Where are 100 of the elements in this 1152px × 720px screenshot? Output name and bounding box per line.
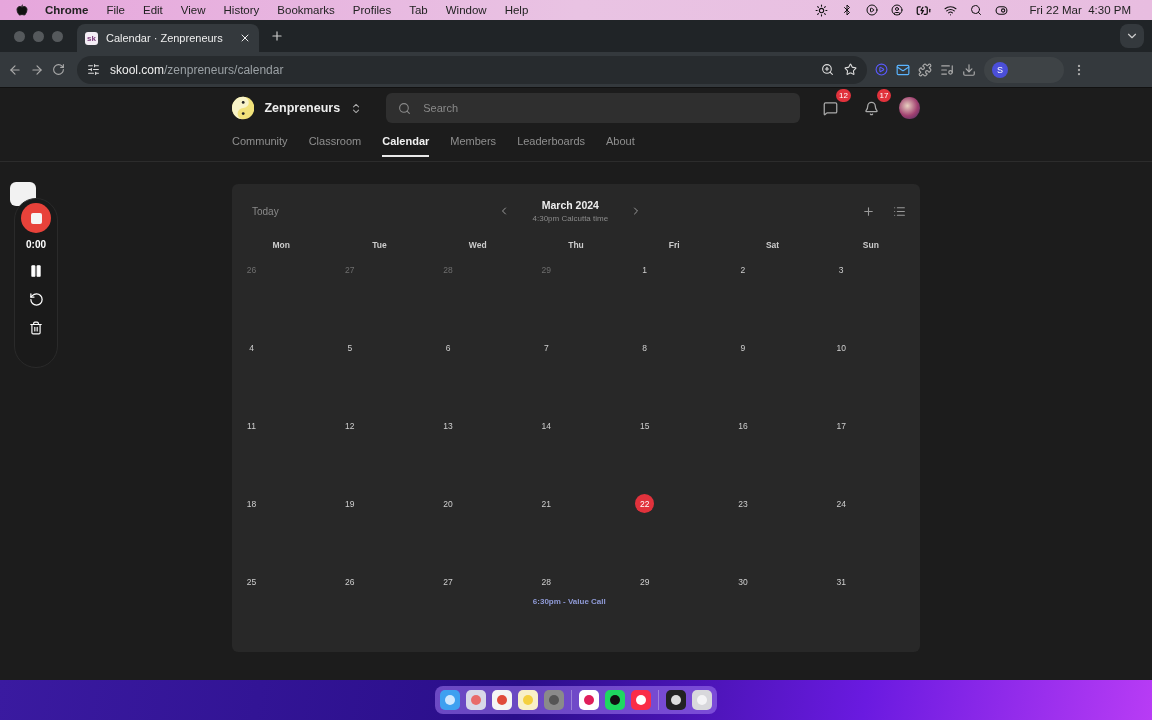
- day-number: 28: [540, 575, 553, 589]
- menu-item[interactable]: Help: [495, 4, 538, 16]
- weekday-label: Wed: [467, 239, 488, 252]
- event-link[interactable]: 6:30pm - Value Call: [532, 597, 606, 606]
- menu-item[interactable]: Tab: [400, 4, 437, 16]
- day-number: 9: [739, 341, 747, 355]
- nav-tab[interactable]: Calendar: [382, 135, 430, 157]
- apple-icon[interactable]: [16, 4, 28, 16]
- puzzle-icon[interactable]: [918, 62, 932, 77]
- site-settings-icon[interactable]: [87, 63, 100, 76]
- day-number: 18: [245, 497, 258, 511]
- day-number: 17: [835, 419, 847, 433]
- add-icon[interactable]: [862, 204, 875, 218]
- reload-icon[interactable]: [52, 63, 65, 76]
- month-title: March 2024: [541, 199, 599, 211]
- avatar[interactable]: [899, 97, 920, 119]
- day-number: 26: [344, 575, 356, 589]
- bell-icon[interactable]: [863, 100, 879, 116]
- download-icon[interactable]: [962, 62, 976, 77]
- weekday-label: Tue: [371, 239, 388, 252]
- day-number: 11: [246, 419, 257, 433]
- close-icon[interactable]: [239, 32, 251, 44]
- menu-item[interactable]: Bookmarks: [268, 4, 344, 16]
- day-number: 21: [540, 497, 553, 511]
- menu-item[interactable]: View: [171, 4, 215, 16]
- forward-icon[interactable]: [30, 62, 44, 77]
- back-icon[interactable]: [8, 62, 22, 77]
- day-number: 30: [737, 575, 749, 589]
- zoom-icon[interactable]: [821, 63, 834, 76]
- menu-item[interactable]: Chrome: [36, 4, 98, 16]
- delete-button[interactable]: [29, 321, 43, 335]
- day-number: 26: [245, 263, 258, 277]
- day-number: 6: [444, 341, 452, 355]
- stop-button[interactable]: [21, 203, 51, 233]
- nav-tab[interactable]: Members: [450, 135, 497, 157]
- nav-tab[interactable]: Leaderboards: [517, 135, 585, 157]
- menu-item[interactable]: History: [214, 4, 269, 16]
- day-number: 2: [739, 263, 747, 277]
- menu-item[interactable]: Profiles: [343, 4, 401, 16]
- day-number: 15: [638, 419, 651, 433]
- day-number: 7: [542, 341, 550, 355]
- tab-search-button[interactable]: [1120, 24, 1144, 48]
- day-number: 1: [641, 263, 648, 277]
- profile-button[interactable]: S: [984, 56, 1064, 83]
- list-icon[interactable]: [893, 204, 906, 218]
- app-icon[interactable]: [604, 689, 626, 711]
- favicon: sk: [85, 31, 98, 45]
- day-number: 3: [837, 263, 845, 277]
- day-number: 29: [638, 575, 651, 589]
- nav-tab[interactable]: Community: [232, 135, 288, 157]
- pause-button[interactable]: [29, 264, 43, 278]
- search-field[interactable]: Search: [421, 101, 789, 115]
- menu-item[interactable]: File: [97, 4, 134, 16]
- weekday-label: Mon: [271, 239, 291, 252]
- recording-time: 0:00: [26, 239, 46, 250]
- day-number: 19: [344, 497, 356, 511]
- control-center-icon[interactable]: [995, 3, 1009, 17]
- day-number: 14: [540, 419, 553, 433]
- app-icon[interactable]: [578, 689, 600, 711]
- mail-icon[interactable]: [896, 62, 910, 77]
- day-number: 22: [635, 494, 655, 513]
- day-number: 27: [442, 575, 454, 589]
- weekday-label: Sat: [764, 239, 781, 252]
- day-number: 4: [248, 341, 255, 355]
- address-bar[interactable]: skool.com/zenpreneurs/calendar: [77, 55, 867, 84]
- restart-button[interactable]: [28, 292, 44, 307]
- day-number: 5: [346, 341, 354, 355]
- community-name[interactable]: Zenpreneurs: [264, 101, 341, 115]
- day-number: 31: [835, 575, 847, 589]
- tab-title: Calendar · Zenpreneurs: [106, 32, 224, 44]
- app-icon[interactable]: [665, 689, 687, 711]
- playlist-icon[interactable]: [940, 62, 954, 77]
- menu-item[interactable]: Edit: [134, 4, 172, 16]
- nav-tab[interactable]: About: [606, 135, 635, 157]
- sun-icon[interactable]: [815, 3, 829, 17]
- search-icon[interactable]: [970, 4, 983, 16]
- chat-icon[interactable]: [823, 100, 839, 116]
- new-tab-icon[interactable]: [270, 29, 284, 43]
- day-number: 16: [737, 419, 749, 433]
- logo-icon[interactable]: [232, 96, 255, 120]
- day-number: 25: [245, 575, 258, 589]
- search-bar[interactable]: Search: [386, 93, 801, 123]
- user-icon[interactable]: [891, 4, 904, 16]
- day-number: 8: [641, 341, 648, 355]
- weekday-label: Fri: [667, 239, 681, 252]
- weekday-label: Thu: [567, 239, 585, 252]
- day-number: 27: [344, 263, 356, 277]
- count-badge: 17: [876, 89, 892, 102]
- today-button[interactable]: Today: [252, 205, 279, 217]
- timezone-text: 4:30pm Calcutta time: [532, 214, 609, 223]
- wifi-icon[interactable]: [944, 3, 958, 17]
- star-icon[interactable]: [844, 63, 857, 76]
- menu-clock[interactable]: Fri 22 Mar 4:30 PM: [1020, 4, 1140, 16]
- day-number: 24: [835, 497, 847, 511]
- day-number: 28: [442, 263, 454, 277]
- menu-item[interactable]: Window: [436, 4, 496, 16]
- nav-tab[interactable]: Classroom: [308, 135, 362, 157]
- browser-tab[interactable]: sk Calendar · Zenpreneurs: [77, 24, 259, 52]
- play-icon[interactable]: [866, 4, 879, 16]
- search-icon[interactable]: [398, 101, 412, 115]
